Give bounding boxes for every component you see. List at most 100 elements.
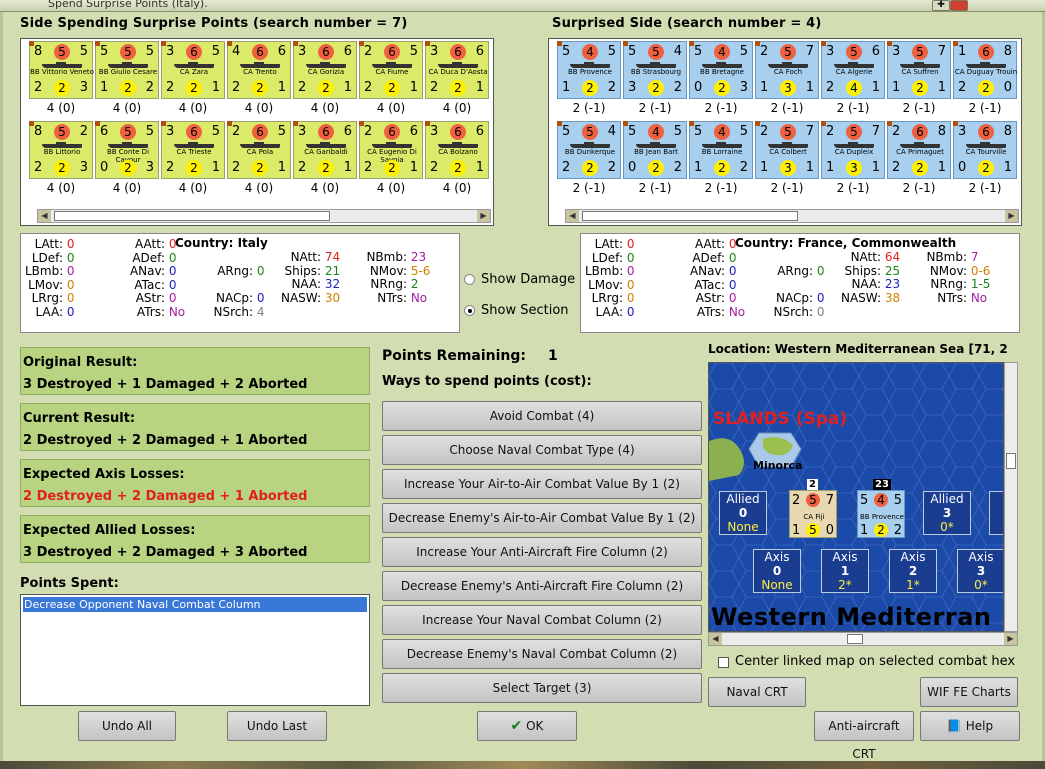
center-map-checkbox[interactable] (718, 657, 729, 668)
axis-box[interactable]: Axis 2 1* (889, 549, 937, 593)
help-button[interactable]: 📘 Help (920, 711, 1020, 741)
unit-counter[interactable]: 655BB Conte Di Cavour023 (95, 121, 159, 179)
scroll-left-arrow-icon[interactable]: ◀ (566, 210, 579, 222)
scroll-thumb[interactable] (847, 634, 863, 644)
ok-button[interactable]: ✔ OK (477, 711, 577, 741)
increase-naval-combat-column-button[interactable]: Increase Your Naval Combat Column (2) (382, 605, 702, 635)
left-header: Side Spending Surprise Points (search nu… (20, 16, 408, 31)
avoid-combat-button[interactable]: Avoid Combat (4) (382, 401, 702, 431)
scroll-right-arrow-icon[interactable]: ▶ (1005, 210, 1018, 222)
wif-charts-button[interactable]: WIF FE Charts (920, 677, 1018, 707)
anti-aircraft-crt-button[interactable]: Anti-aircraft CRT (814, 711, 914, 761)
counter-value: 0 (1003, 80, 1012, 95)
unit-counter[interactable]: 3 6 5 CA Zara 2 2 1 (161, 41, 225, 99)
scroll-thumb[interactable] (54, 211, 330, 221)
france-counter-area[interactable]: 5 4 5 BB Provence 1 2 2 2 (-1) 5 5 4 BB Strasbourg 3… (548, 38, 1022, 226)
unit-counter[interactable]: 3 6 5 CA Trieste 2 2 1 (161, 121, 225, 179)
counter-value: 2 (120, 160, 136, 176)
scroll-right-arrow-icon[interactable]: ▶ (477, 210, 490, 222)
italy-stats-panel: LAtt: 0 LDef: 0 LBmb: 0 LMov: 0 LRrg: 0 … (20, 233, 460, 333)
unit-counter[interactable]: 5 4 5 BB Jean Bart 0 2 2 (623, 121, 687, 179)
decrease-enemy-anti-aircraft-button[interactable]: Decrease Enemy's Anti-Aircraft Fire Colu… (382, 571, 702, 601)
counter-value: 3 (145, 160, 154, 175)
axis-box[interactable]: Axis 1 2* (821, 549, 869, 593)
unit-counter[interactable]: 2 5 7 CA Foch 1 3 1 (755, 41, 819, 99)
unit-counter[interactable]: 2 5 7 CA Colbert 1 3 1 (755, 121, 819, 179)
unit-counter[interactable]: 3 5 7 CA Suffren 1 2 1 (887, 41, 951, 99)
scroll-left-arrow-icon[interactable]: ◀ (709, 633, 722, 645)
list-item[interactable]: Decrease Opponent Naval Combat Column (23, 597, 367, 612)
naval-crt-button[interactable]: Naval CRT (708, 677, 806, 707)
scroll-thumb[interactable] (1006, 453, 1016, 469)
show-section-radio[interactable] (464, 305, 475, 316)
italy-hscroll[interactable]: ◀ ▶ (37, 209, 491, 223)
counter-value: 7 (871, 124, 880, 139)
unit-counter[interactable]: 3 6 6 CA Garibaldi 2 2 1 (293, 121, 357, 179)
counter-value: 6 (318, 124, 334, 140)
map-counter-fiji[interactable]: 2 5 7 CA Fiji 1 5 0 (789, 490, 837, 538)
allied-box[interactable]: Allied 3 0* (923, 491, 971, 535)
unit-counter[interactable]: 266CA Eugenio Di Savoia221 (359, 121, 423, 179)
unit-counter[interactable]: 2 6 8 CA Primaguet 2 2 1 (887, 121, 951, 179)
unit-counter[interactable]: 3 6 6 CA Gorizia 2 2 1 (293, 41, 357, 99)
points-spent-list[interactable]: Decrease Opponent Naval Combat Column (20, 594, 370, 706)
counter-value: 5 (648, 44, 664, 60)
counter-value: 2 (384, 80, 400, 96)
unit-counter[interactable]: 2 6 5 CA Pola 2 2 1 (227, 121, 291, 179)
decrease-enemy-air-to-air-button[interactable]: Decrease Enemy's Air-to-Air Combat Value… (382, 503, 702, 533)
allied-box-partial[interactable] (989, 491, 1003, 535)
unit-name: CA Algerie (835, 68, 873, 76)
unit-counter[interactable]: 3 6 8 CA Tourville 0 2 1 (953, 121, 1017, 179)
counter-value: 2 (318, 80, 334, 96)
unit-counter[interactable]: 5 5 5 BB Giulio Cesare 1 2 2 (95, 41, 159, 99)
undo-all-button[interactable]: Undo All (78, 711, 176, 741)
unit-counter[interactable]: 8 5 5 BB Vittorio Veneto 2 2 3 (29, 41, 94, 99)
increase-air-to-air-button[interactable]: Increase Your Air-to-Air Combat Value By… (382, 469, 702, 499)
show-damage-label[interactable]: Show Damage (481, 272, 575, 287)
undo-last-button[interactable]: Undo Last (227, 711, 327, 741)
center-map-label[interactable]: Center linked map on selected combat hex (735, 654, 1015, 669)
map-hscroll[interactable]: ◀ ▶ (708, 632, 1018, 646)
unit-counter[interactable]: 3 6 6 CA Duca D'Aosta 2 2 1 (425, 41, 489, 99)
unit-counter[interactable]: 1 6 8 CA Duguay Trouin 2 2 0 (953, 41, 1017, 99)
unit-counter[interactable]: 2 5 7 CA Dupleix 1 3 1 (821, 121, 885, 179)
counter-value: 5 (694, 124, 703, 139)
italy-counter-area[interactable]: 8 5 5 BB Vittorio Veneto 2 2 3 4 (0) 5 5 5 BB Giuli… (20, 38, 494, 226)
show-section-label[interactable]: Show Section (481, 303, 569, 318)
stat-ldef: 0 (66, 250, 75, 265)
unit-counter[interactable]: 2 6 5 CA Fiume 2 2 1 (359, 41, 423, 99)
counter-value: 1 (475, 80, 484, 95)
unit-counter[interactable]: 5 5 4 BB Strasbourg 3 2 2 (623, 41, 687, 99)
counter-caption: 4 (0) (442, 101, 472, 115)
scroll-right-arrow-icon[interactable]: ▶ (1004, 633, 1017, 645)
map-vscroll[interactable] (1004, 362, 1018, 632)
counter-caption: 4 (0) (310, 181, 340, 195)
close-button[interactable] (950, 0, 968, 11)
france-hscroll[interactable]: ◀ ▶ (565, 209, 1019, 223)
select-target-button[interactable]: Select Target (3) (382, 673, 702, 703)
stat-natt: 64 (884, 250, 901, 264)
unit-counter[interactable]: 5 4 5 BB Bretagne 0 2 3 (689, 41, 753, 99)
map-view[interactable]: SLANDS (Spa) Minorca 2 23 2 5 7 CA Fiji … (708, 362, 1004, 632)
unit-counter[interactable]: 5 4 5 BB Provence 1 2 2 (557, 41, 621, 99)
axis-box[interactable]: Axis 3 0* (957, 549, 1003, 593)
allied-box[interactable]: Allied 0 None (719, 491, 767, 535)
stat-nacp: 0 (256, 291, 265, 305)
show-damage-radio[interactable] (464, 274, 475, 285)
restore-button[interactable]: ✚ (932, 0, 950, 11)
scroll-left-arrow-icon[interactable]: ◀ (38, 210, 51, 222)
unit-counter[interactable]: 5 5 4 BB Dunkerque 2 2 2 (557, 121, 621, 179)
increase-anti-aircraft-button[interactable]: Increase Your Anti-Aircraft Fire Column … (382, 537, 702, 567)
map-counter-provence[interactable]: 5 4 5 BB Provence 1 2 2 (857, 490, 905, 538)
unit-counter[interactable]: 5 4 5 BB Lorraine 1 2 2 (689, 121, 753, 179)
counter-value: 2 (252, 80, 268, 96)
unit-counter[interactable]: 8 5 2 BB Littorio 2 2 3 (29, 121, 93, 179)
scroll-thumb[interactable] (582, 211, 798, 221)
decrease-enemy-naval-combat-column-button[interactable]: Decrease Enemy's Naval Combat Column (2) (382, 639, 702, 669)
choose-naval-combat-type-button[interactable]: Choose Naval Combat Type (4) (382, 435, 702, 465)
unit-counter[interactable]: 4 6 6 CA Trento 2 2 1 (227, 41, 291, 99)
unit-counter[interactable]: 3 5 6 CA Algerie 2 4 1 (821, 41, 885, 99)
counter-value: 2 (430, 80, 439, 95)
unit-counter[interactable]: 3 6 6 CA Bolzano 2 2 1 (425, 121, 489, 179)
axis-box[interactable]: Axis 0 None (753, 549, 801, 593)
